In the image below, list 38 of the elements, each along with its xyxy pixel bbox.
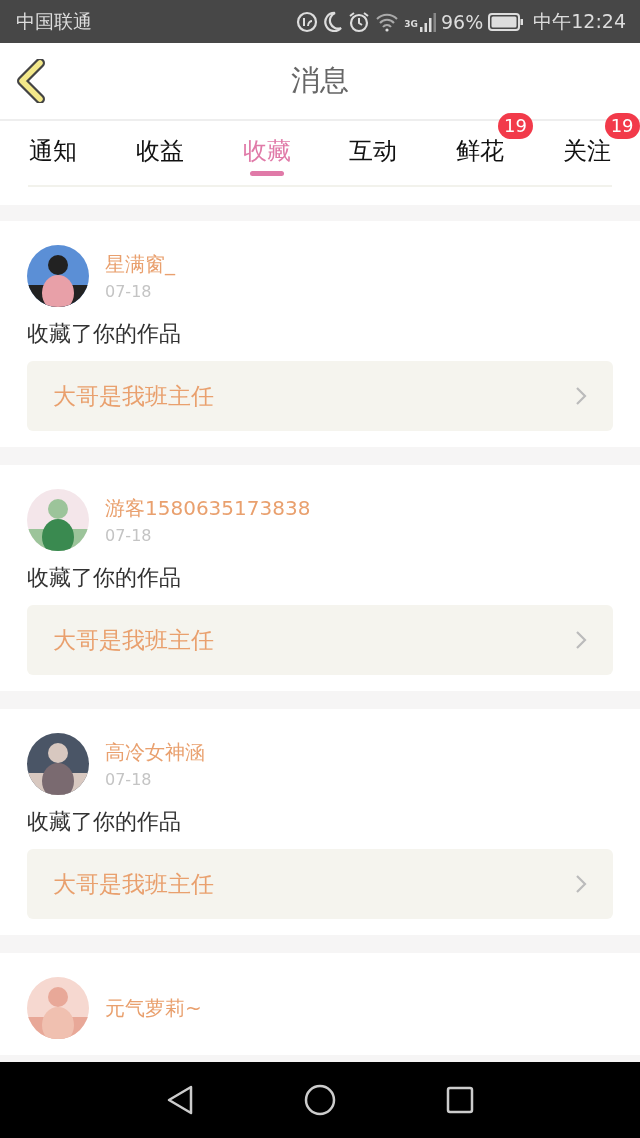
chevron-right-icon (575, 386, 587, 406)
page-title: 消息 (291, 62, 349, 99)
user-name[interactable]: 元气萝莉~ (105, 994, 202, 1022)
count-badge: 19 (604, 113, 640, 139)
signal-icon (420, 11, 436, 32)
data-saver-icon (296, 10, 319, 33)
message-text: 收藏了你的作品 (27, 808, 182, 836)
tab[interactable]: 通知 (29, 135, 78, 167)
user-name[interactable]: 星满窗_ (105, 251, 175, 278)
carrier-name: 中国联通 (16, 8, 92, 34)
work-link[interactable]: 大哥是我班主任 (27, 605, 613, 675)
battery-percent: 96% (441, 10, 484, 33)
chevron-right-icon (575, 874, 587, 894)
user-name[interactable]: 高冷女神涵 (105, 739, 205, 766)
count-badge: 19 (498, 113, 533, 139)
tab[interactable]: 收益 (136, 135, 184, 167)
message-date: 07-18 (105, 770, 153, 789)
tab[interactable]: 收藏 (242, 135, 291, 167)
back-button[interactable] (16, 59, 46, 103)
recents-icon[interactable] (446, 1086, 474, 1114)
alarm-icon (348, 10, 371, 33)
battery-icon (488, 12, 525, 31)
message-date: 07-18 (105, 526, 153, 545)
home-icon[interactable] (304, 1084, 336, 1116)
wifi-icon (375, 11, 400, 32)
network-type: 3G (404, 18, 418, 29)
back-icon[interactable] (166, 1084, 194, 1116)
chevron-right-icon (575, 630, 587, 650)
message-date: 07-18 (105, 282, 153, 301)
tab[interactable]: 互动 (349, 135, 398, 167)
moon-icon (323, 10, 344, 33)
work-link[interactable]: 大哥是我班主任 (27, 361, 613, 431)
message-text: 收藏了你的作品 (27, 320, 182, 348)
user-name[interactable]: 游客1580635173838 (105, 495, 311, 522)
work-link[interactable]: 大哥是我班主任 (27, 849, 613, 919)
tab-indicator (249, 171, 284, 176)
clock-time: 中午12:24 (533, 8, 626, 34)
message-text: 收藏了你的作品 (27, 564, 182, 592)
